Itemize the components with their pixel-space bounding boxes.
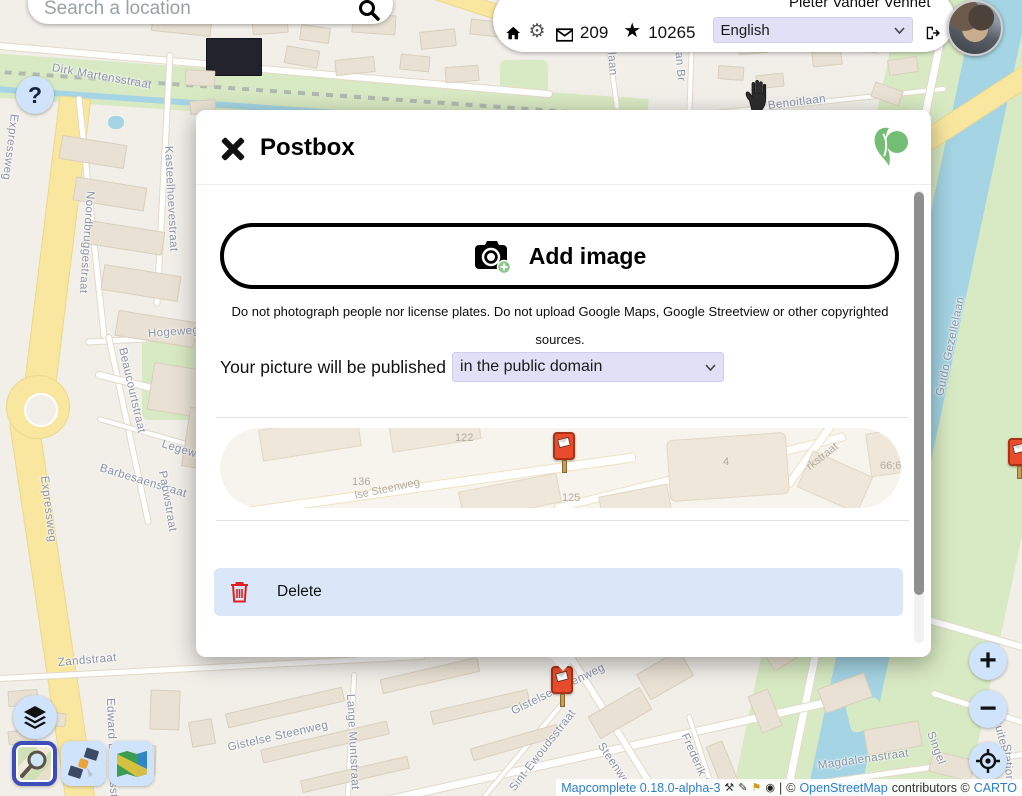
section-divider [216, 520, 909, 521]
mapcomplete-app: Dirk Martensstraat Noordbruggestraat Kaste… [0, 0, 1022, 796]
folded-map-icon [115, 749, 149, 779]
minimap-postbox-marker [553, 432, 575, 460]
username-label: Pieter Vander Vennet [789, 0, 931, 11]
license-select[interactable]: in the public domain [452, 352, 724, 382]
popup-pointer [548, 655, 578, 671]
street-label: Guido Gezellelaan [934, 296, 967, 398]
marker-pole [1017, 466, 1022, 479]
search-icon[interactable] [357, 0, 381, 22]
image-license-hint: Do not photograph people nor license pla… [226, 298, 894, 354]
publish-row: Your picture will be published in the pu… [220, 352, 724, 382]
street-label: Lange Muntstraat [344, 694, 361, 790]
logout-icon[interactable] [924, 23, 941, 43]
version-link[interactable]: Mapcomplete 0.18.0-alpha-3 [561, 781, 720, 795]
dialog-title: Postbox [260, 134, 355, 162]
publish-text: Your picture will be published [220, 357, 446, 378]
help-glyph: ? [28, 82, 42, 109]
header-divider [196, 184, 931, 185]
attribution-bar: Mapcomplete 0.18.0-alpha-3 ⚒ ✎ ⚑ ◉ | © O… [556, 779, 1022, 796]
add-image-button[interactable]: Add image [220, 223, 899, 289]
magnifier-icon [18, 747, 51, 780]
trash-icon [230, 581, 249, 603]
circle-arrow-icon: ◉ [765, 781, 775, 794]
messages-envelope-icon[interactable] [556, 27, 573, 43]
mapcomplete-logo-icon [869, 124, 911, 168]
home-icon[interactable] [505, 23, 522, 43]
delete-label: Delete [277, 583, 322, 601]
street-label: Magdalenastraat [817, 747, 909, 772]
envelope-glyph [557, 437, 571, 449]
separator: | [779, 781, 782, 795]
theme-button-osm-selected[interactable] [12, 741, 57, 786]
street-label: Kasteelhoevestraat [162, 146, 180, 252]
stars-count: 10265 [648, 23, 695, 43]
language-select[interactable]: English [713, 17, 914, 43]
chevron-down-icon [894, 27, 905, 34]
layers-button[interactable] [13, 695, 57, 739]
chevron-down-icon [705, 364, 716, 371]
envelope-glyph [1012, 443, 1022, 455]
carto-link[interactable]: CARTO [974, 781, 1017, 795]
zoom-out-button[interactable]: − [969, 690, 1007, 728]
zoom-in-button[interactable]: + [969, 642, 1007, 680]
theme-button-green-map[interactable] [109, 741, 154, 786]
osm-link[interactable]: OpenStreetMap [799, 781, 887, 795]
marker-pole [560, 694, 565, 707]
feature-minimap[interactable]: 122136125466;6lse Steenwegrkstraat [220, 428, 901, 508]
marker-pole [562, 460, 567, 473]
settings-gear-icon[interactable]: ⚙ [529, 20, 546, 43]
section-divider [216, 417, 909, 418]
search-input[interactable] [42, 0, 357, 22]
avatar[interactable] [947, 0, 1003, 56]
camera-plus-icon [473, 238, 513, 274]
street-label: Dirk Martensstraat [51, 62, 153, 91]
street-label: Expressweg [0, 113, 20, 181]
osm-map-thumbnail [18, 747, 51, 780]
scrollbar-thumb[interactable] [914, 192, 924, 595]
star-icon: ★ [623, 18, 641, 43]
street-label: Beaucourtstraat [116, 347, 147, 435]
minus-glyph: − [979, 692, 997, 726]
delete-button[interactable]: Delete [214, 568, 903, 616]
geolocate-button[interactable] [969, 742, 1007, 780]
flag-icon: ⚑ [751, 781, 761, 794]
language-selected-value: English [721, 22, 770, 39]
street-label: Gistelse Steenweg [227, 719, 330, 754]
street-label: Singel [924, 730, 947, 766]
street-label: rkstraat [804, 441, 840, 473]
contributors-text: contributors © [892, 781, 970, 795]
street-label: Hogeweg [148, 324, 200, 340]
street-label: 122 [455, 432, 473, 444]
hand-cursor [742, 78, 772, 112]
plus-glyph: + [979, 644, 997, 678]
street-label: Zandstraat [57, 652, 117, 669]
scrollbar-track[interactable] [914, 190, 924, 643]
license-selected-value: in the public domain [460, 358, 602, 376]
crosshair-icon [975, 748, 1001, 774]
street-label: Barbesaenstraat [98, 462, 188, 500]
layers-icon [22, 704, 48, 730]
envelope-glyph [555, 671, 569, 683]
search-bar [28, 0, 393, 24]
copyright-glyph: © [786, 781, 795, 795]
add-image-label: Add image [529, 243, 647, 270]
street-label: Expressweg [38, 475, 58, 543]
pencil-icon: ✎ [738, 781, 747, 794]
satellite-icon [67, 747, 101, 781]
help-button[interactable]: ? [16, 76, 54, 114]
tools-icon: ⚒ [724, 781, 734, 794]
street-label: 4 [723, 456, 729, 468]
theme-button-satellite[interactable] [61, 741, 106, 786]
close-icon[interactable] [218, 134, 248, 164]
street-label: 125 [562, 492, 580, 504]
messages-count[interactable]: 209 [580, 23, 608, 43]
postbox-marker[interactable] [1008, 438, 1022, 466]
street-label: 66;6 [880, 460, 901, 472]
street-label: Pauwstraat [156, 470, 179, 533]
postbox-dialog: Postbox Add image Do not photograph peop… [196, 110, 931, 657]
street-label: Noordbruggestraat [77, 191, 96, 294]
